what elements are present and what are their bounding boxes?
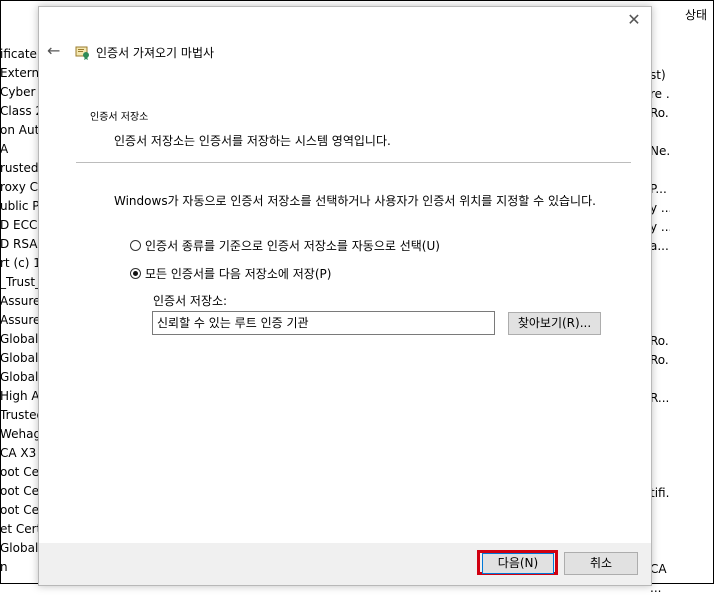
background-status-item: ... <box>650 581 662 595</box>
background-list-item[interactable]: D ECC <box>0 216 38 235</box>
background-list-item[interactable]: Cyber <box>0 83 38 102</box>
background-list-item[interactable]: Global <box>0 330 38 349</box>
background-status-item: Ro... <box>650 106 670 120</box>
background-status-item: re ... <box>650 87 670 101</box>
background-status-item <box>650 465 670 484</box>
background-list-item[interactable]: High A <box>0 387 38 406</box>
background-list-item[interactable]: Global <box>0 539 38 558</box>
background-list-item[interactable]: roxy C <box>0 178 38 197</box>
close-icon[interactable]: ✕ <box>627 12 641 28</box>
background-list-item[interactable]: Assured <box>0 311 38 330</box>
background-list-item[interactable]: n <box>0 558 38 577</box>
radio-auto-select[interactable]: 인증서 종류를 기준으로 인증서 저장소를 자동으로 선택(U) <box>130 237 440 254</box>
radio-button-selected[interactable] <box>130 268 141 279</box>
background-status-item: P... <box>650 182 667 196</box>
radio-auto-label: 인증서 종류를 기준으로 인증서 저장소를 자동으로 선택(U) <box>145 239 440 253</box>
background-status-item: Ne... <box>650 144 670 158</box>
background-status-item <box>650 408 670 427</box>
dialog-footer <box>39 543 651 585</box>
section-description: 인증서 저장소는 인증서를 저장하는 시스템 영역입니다. <box>114 134 391 148</box>
background-list-item[interactable]: Class 2 <box>0 102 38 121</box>
background-list-item[interactable]: oot Cer <box>0 482 38 501</box>
background-status-item <box>650 427 670 446</box>
section-title: 인증서 저장소 <box>90 112 149 123</box>
cancel-button[interactable]: 취소 <box>564 552 638 575</box>
certificate-wizard-icon <box>75 46 89 60</box>
background-list-item[interactable]: A <box>0 140 38 159</box>
background-list-item[interactable]: oot Cer <box>0 501 38 520</box>
background-status-item: R... <box>650 391 670 405</box>
background-status-item <box>650 313 670 332</box>
background-list-item[interactable]: ificate <box>0 45 38 64</box>
background-status-item: Ro... <box>650 334 670 348</box>
background-status-item: tifi... <box>650 486 670 500</box>
back-arrow-icon[interactable]: ← <box>47 41 60 60</box>
background-status-item <box>650 446 670 465</box>
background-status-item <box>650 541 670 560</box>
background-list-item[interactable]: rt (c) 19 <box>0 254 38 273</box>
background-list-item[interactable]: Wehag <box>0 425 38 444</box>
background-status-item <box>650 294 670 313</box>
background-status-item: y ... <box>650 220 670 234</box>
next-button[interactable]: 다음(N) <box>482 553 554 574</box>
background-list-item[interactable]: Trusted <box>0 406 38 425</box>
background-status-item: Ro... <box>650 353 670 367</box>
certificate-import-wizard: ✕ ← 인증서 가져오기 마법사 인증서 저장소 인증서 저장소는 인증서를 저… <box>38 6 652 586</box>
background-status-item <box>650 161 670 180</box>
background-certificate-list: ificateExternaCyberClass 2on AutArustedr… <box>0 45 40 577</box>
store-label: 인증서 저장소: <box>153 294 228 308</box>
background-list-item[interactable]: Global <box>0 368 38 387</box>
radio-manual-label: 모든 인증서를 다음 저장소에 저장(P) <box>145 267 332 281</box>
divider <box>76 162 631 163</box>
browse-button[interactable]: 찾아보기(R)... <box>508 312 601 335</box>
store-field[interactable]: 신뢰할 수 있는 루트 인증 기관 <box>152 311 495 335</box>
background-list-item[interactable]: oot Cer <box>0 463 38 482</box>
background-status-item <box>650 256 670 275</box>
wizard-title: 인증서 가져오기 마법사 <box>96 46 215 60</box>
background-status-item: st) <box>650 68 666 82</box>
background-list-item[interactable]: _Trust_ <box>0 273 38 292</box>
background-status-item <box>650 522 670 541</box>
background-list-item[interactable]: Externa <box>0 64 38 83</box>
background-status-item: y ... <box>650 201 670 215</box>
background-list-item[interactable]: Global <box>0 349 38 368</box>
background-list-item[interactable]: et Certi <box>0 520 38 539</box>
background-list-item[interactable]: CA X3 <box>0 444 38 463</box>
radio-manual-store[interactable]: 모든 인증서를 다음 저장소에 저장(P) <box>130 265 331 282</box>
radio-button[interactable] <box>130 240 141 251</box>
background-status-item <box>650 123 670 142</box>
status-column-header[interactable]: 상태 <box>685 6 707 23</box>
status-column-rows: st) re ... Ro... Ne... P... y ... y ... a... Ro.… <box>650 66 670 598</box>
background-status-item <box>650 370 670 389</box>
background-list-item[interactable]: on Aut <box>0 121 38 140</box>
background-status-item <box>650 275 670 294</box>
background-status-item: a... <box>650 239 669 253</box>
background-list-item[interactable]: Assured <box>0 292 38 311</box>
background-status-item: CA <box>650 562 667 576</box>
background-list-item[interactable]: D RSA <box>0 235 38 254</box>
body-text: Windows가 자동으로 인증서 저장소를 선택하거나 사용자가 인증서 위치… <box>114 194 596 208</box>
background-list-item[interactable]: ublic P <box>0 197 38 216</box>
background-list-item[interactable]: rusted <box>0 159 38 178</box>
background-status-item <box>650 503 670 522</box>
